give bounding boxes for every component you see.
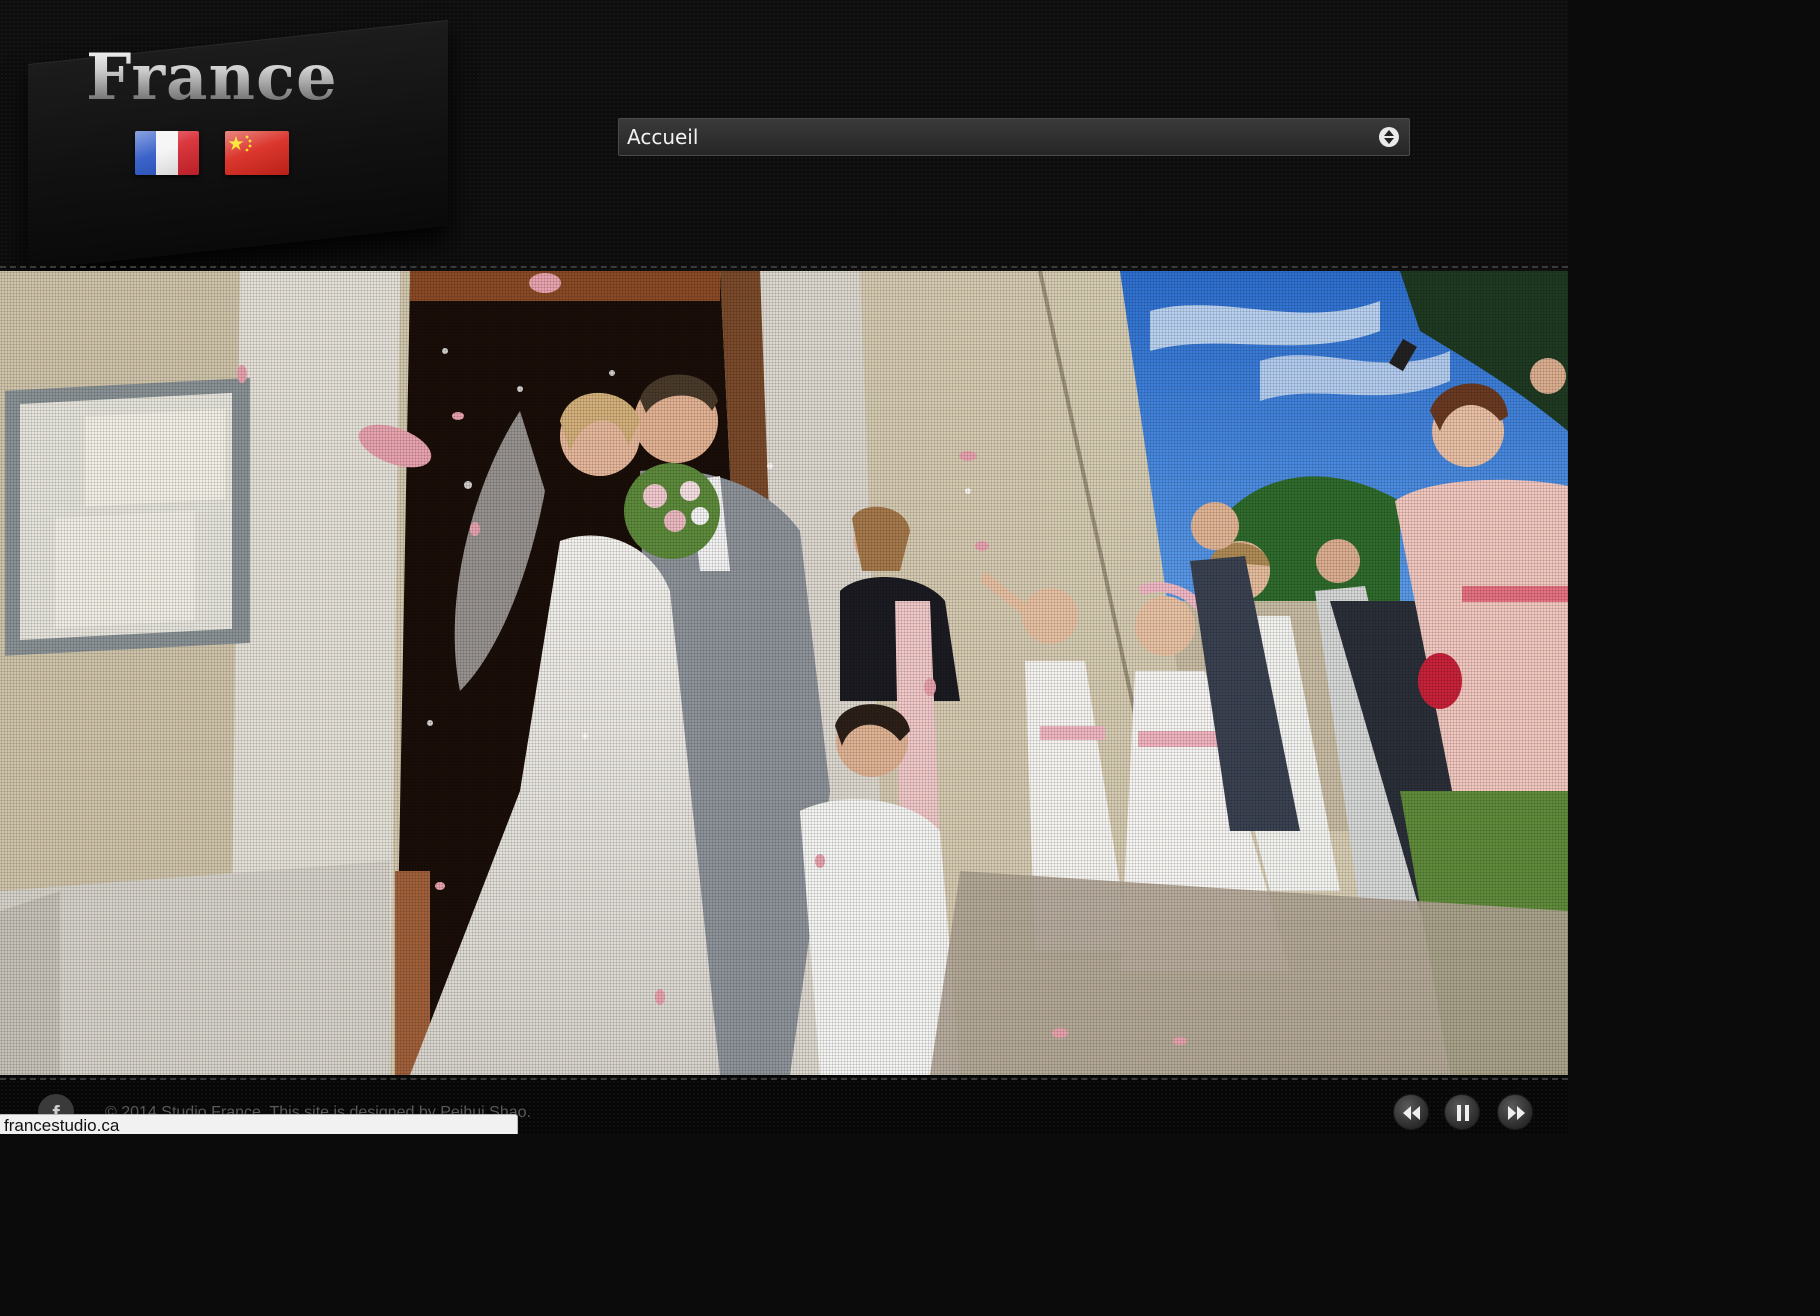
page: France Accueil © 2014 Studio France. Thi… [0, 0, 1568, 1134]
status-bar-url: francestudio.ca [0, 1114, 518, 1134]
fast-forward-icon [1508, 1106, 1525, 1120]
site-logo[interactable]: France [86, 42, 338, 102]
pause-slideshow-button[interactable] [1444, 1094, 1480, 1130]
nav-select-value: Accueil [627, 125, 699, 149]
page-nav-select[interactable]: Accueil [618, 118, 1410, 156]
site-header: France Accueil [0, 0, 1568, 271]
next-slide-button[interactable] [1497, 1094, 1533, 1130]
wedding-photo-illustration [0, 271, 1568, 1075]
rewind-icon [1403, 1106, 1420, 1120]
pause-icon [1457, 1105, 1469, 1121]
header-divider [0, 266, 1568, 268]
previous-slide-button[interactable] [1393, 1094, 1429, 1130]
hero-photo [0, 271, 1568, 1075]
chinese-flag-icon[interactable] [225, 131, 289, 175]
french-flag-icon[interactable] [135, 131, 199, 175]
select-arrows-icon [1379, 127, 1399, 147]
